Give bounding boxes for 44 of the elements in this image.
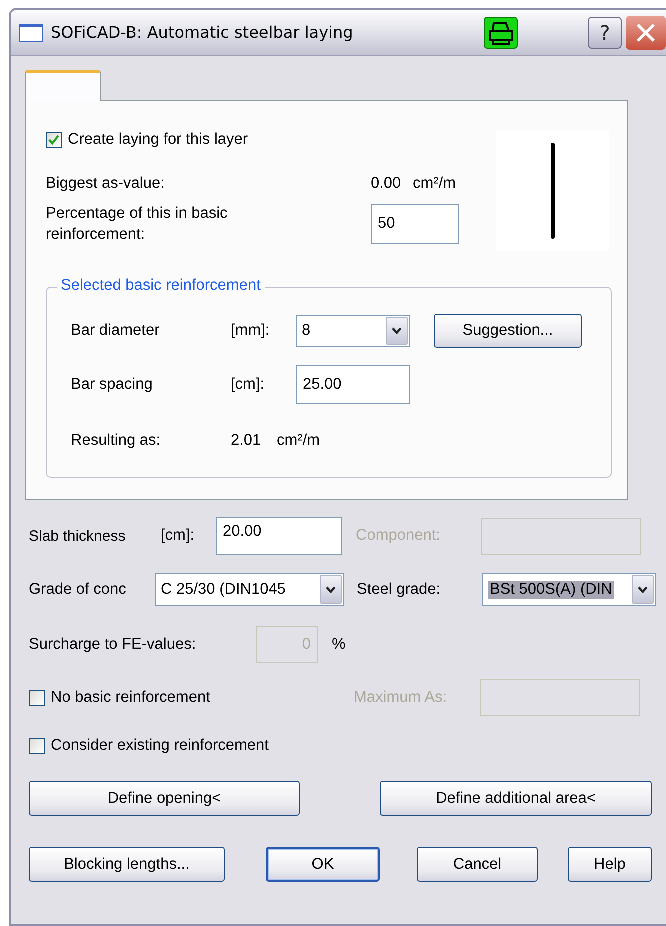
- define-area-button[interactable]: Define additional area<: [380, 781, 652, 816]
- field-label: Steel grade:: [357, 580, 442, 598]
- checkbox-label: Create laying for this layer: [68, 131, 248, 149]
- checkbox-label: Consider existing reinforcement: [51, 737, 269, 755]
- checkbox[interactable]: [46, 132, 62, 148]
- window-title: SOFiCAD-B: Automatic steelbar laying: [51, 23, 354, 42]
- dialog-button[interactable]: Blocking lengths...: [29, 847, 225, 882]
- dialog-button[interactable]: Cancel: [417, 847, 538, 882]
- unit-label: %: [332, 636, 346, 654]
- checkbox[interactable]: [29, 690, 45, 706]
- value-text: 2.01: [231, 432, 262, 450]
- unit-label: cm²/m: [413, 175, 456, 193]
- field-label: Percentage of this in basic reinforcement:: [46, 204, 229, 245]
- unit-label: [mm]:: [231, 322, 271, 340]
- checkbox-label: No basic reinforcement: [51, 688, 212, 706]
- bar-diameter-dropdown[interactable]: 8: [296, 315, 410, 347]
- tab[interactable]: [25, 70, 101, 101]
- suggestion-button[interactable]: Suggestion...: [434, 314, 582, 348]
- percentage-field[interactable]: 50: [371, 204, 459, 244]
- concrete-grade-dropdown[interactable]: C 25/30 (DIN1045: [155, 573, 344, 606]
- field-label: Bar diameter: [71, 322, 161, 340]
- window-icon: [19, 24, 43, 42]
- checkbox[interactable]: [29, 738, 45, 754]
- field-label: Maximum As:: [354, 688, 448, 706]
- field-label: Slab thickness: [29, 528, 127, 544]
- field-label: Component:: [356, 527, 442, 545]
- unit-label: [cm]:: [161, 527, 196, 545]
- unit-label: [cm]:: [231, 376, 266, 394]
- printer-icon[interactable]: [484, 16, 518, 48]
- dialog-button[interactable]: Help: [568, 847, 652, 882]
- field-label: Surcharge to FE-values:: [29, 636, 198, 654]
- unit-label: cm²/m: [277, 432, 320, 450]
- slab-thickness-field[interactable]: 20.00: [216, 517, 342, 555]
- field-label: Resulting as:: [71, 432, 162, 450]
- field-label: Bar spacing: [71, 376, 154, 394]
- help-button[interactable]: ?: [588, 16, 622, 48]
- value-text: 0.00: [371, 175, 402, 193]
- steel-grade-dropdown[interactable]: BSt 500S(A) (DIN: [482, 573, 656, 606]
- close-icon[interactable]: [626, 16, 666, 50]
- define-opening-button[interactable]: Define opening<: [29, 781, 300, 816]
- bar-spacing-field[interactable]: 25.00: [296, 365, 410, 404]
- field-label: Biggest as-value:: [46, 175, 166, 193]
- dialog-button[interactable]: OK: [266, 847, 380, 882]
- field-label: Grade of conc: [29, 580, 128, 598]
